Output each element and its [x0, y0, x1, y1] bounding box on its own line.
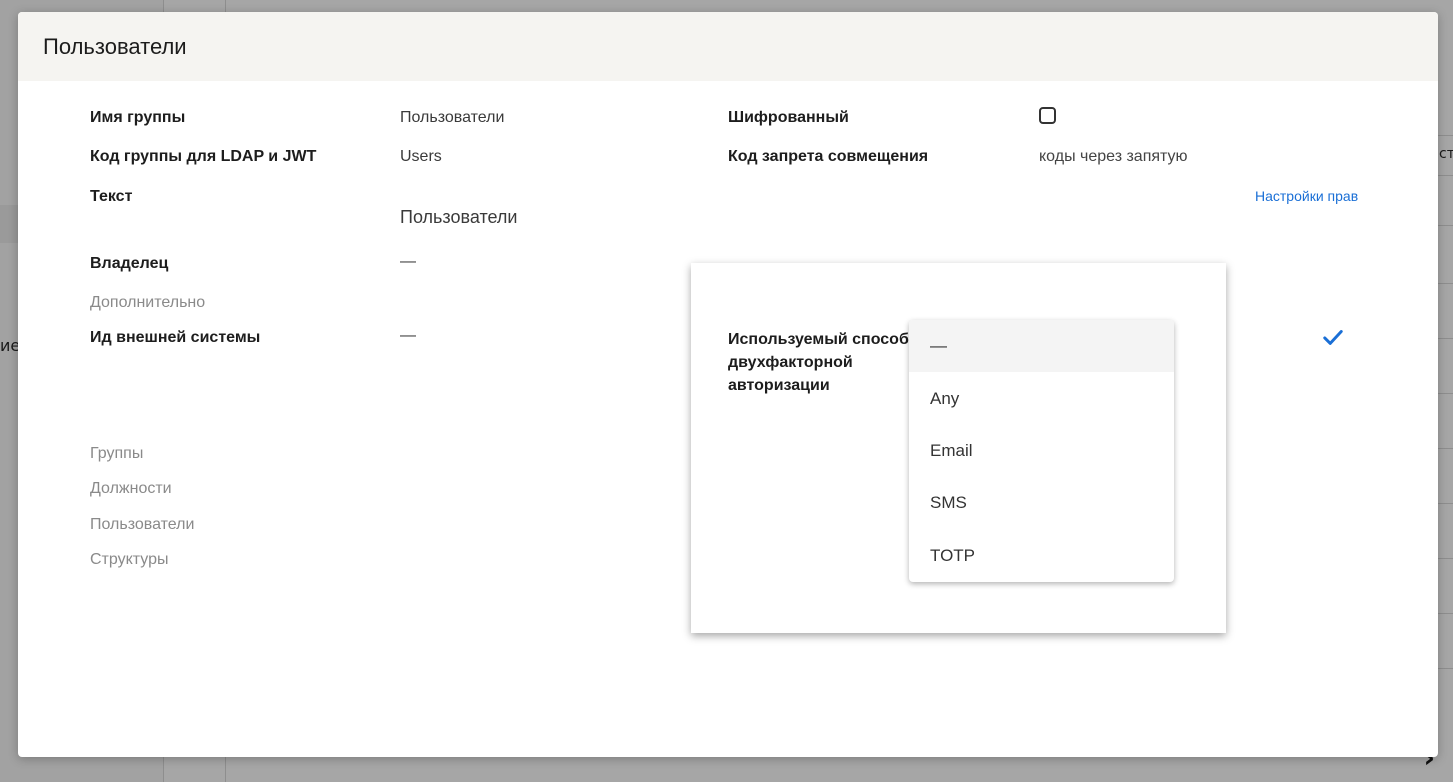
background-row-line: [1436, 668, 1453, 669]
conflict-code-input[interactable]: коды через запятую: [1039, 148, 1188, 166]
background-row-line: [1436, 613, 1453, 614]
encrypted-label: Шифрованный: [728, 109, 849, 126]
conflict-code-label: Код запрета совмещения: [728, 148, 929, 165]
dialog-title: Пользователи: [43, 33, 187, 59]
background-row-line: [1436, 135, 1453, 136]
background-row-line: [1436, 283, 1453, 284]
ldap-code-value[interactable]: Users: [400, 148, 442, 166]
permissions-settings-link[interactable]: Настройки прав: [1255, 188, 1358, 204]
two-factor-dropdown-menu[interactable]: — Any Email SMS TOTP: [909, 320, 1174, 582]
encrypted-checkbox[interactable]: [1039, 107, 1056, 124]
group-edit-dialog: Пользователи Имя группы Пользователи Код…: [18, 12, 1438, 757]
section-users[interactable]: Пользователи: [90, 516, 194, 534]
dropdown-option-none[interactable]: —: [909, 320, 1174, 373]
additional-section-label[interactable]: Дополнительно: [90, 294, 205, 312]
dialog-header: Пользователи: [18, 12, 1438, 81]
dropdown-option-any[interactable]: Any: [909, 372, 1174, 424]
background-row-line: [1436, 175, 1453, 176]
background-row-line: [1436, 393, 1453, 394]
dropdown-option-email[interactable]: Email: [909, 425, 1174, 477]
two-factor-popup: Используемый способ двухфакторной автори…: [691, 263, 1226, 633]
text-label: Текст: [90, 188, 133, 205]
group-name-value[interactable]: Пользователи: [400, 109, 504, 127]
two-factor-label: Используемый способ двухфакторной автори…: [728, 331, 909, 394]
text-value[interactable]: Пользователи: [400, 207, 517, 228]
dropdown-option-totp[interactable]: TOTP: [909, 530, 1174, 582]
owner-label: Владелец: [90, 255, 169, 272]
section-positions[interactable]: Должности: [90, 480, 172, 498]
owner-value[interactable]: —: [400, 253, 416, 271]
dropdown-option-sms[interactable]: SMS: [909, 477, 1174, 529]
background-column-text: ст: [1439, 146, 1453, 162]
background-row-line: [1436, 338, 1453, 339]
ldap-code-label: Код группы для LDAP и JWT: [90, 148, 317, 165]
background-row-line: [1436, 558, 1453, 559]
external-id-label: Ид внешней системы: [90, 329, 261, 346]
section-structures[interactable]: Структуры: [90, 551, 169, 569]
background-row-line: [1436, 448, 1453, 449]
background-row-line: [1436, 503, 1453, 504]
background-row-line: [1436, 225, 1453, 226]
group-name-label: Имя группы: [90, 109, 186, 126]
section-groups[interactable]: Группы: [90, 445, 143, 463]
checkmark-icon: [1323, 330, 1343, 345]
external-id-value[interactable]: —: [400, 327, 416, 345]
